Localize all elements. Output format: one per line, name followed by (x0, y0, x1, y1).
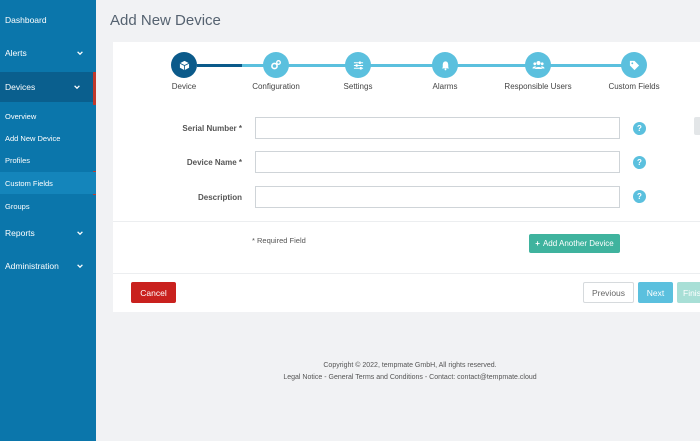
footer-copyright: Copyright © 2022, tempmate GmbH, All rig… (323, 362, 497, 369)
add-another-device-label: Add Another Device (542, 239, 614, 248)
gears-icon (271, 60, 281, 70)
description-label: Description (197, 193, 242, 202)
serial-number-label: Serial Number * (182, 124, 242, 133)
sidebar-subitem-label: Groups (5, 201, 30, 211)
step-responsible-users[interactable] (525, 52, 551, 78)
step-label-device: Device (171, 82, 197, 91)
step-device[interactable] (171, 52, 197, 78)
description-input[interactable] (255, 186, 620, 208)
sidebar-subitem-label: Add New Device (5, 133, 61, 143)
sidebar-subitem-overview[interactable]: Overview (0, 105, 96, 127)
page-title: Add New Device (110, 12, 221, 29)
sidebar-item-label: Devices (5, 82, 36, 92)
devices-submenu: Overview Add New Device Profiles Custom … (0, 102, 96, 217)
step-settings[interactable] (345, 52, 371, 78)
finish-button[interactable]: Finish (677, 282, 700, 303)
sidebar-item-dashboard[interactable]: Dashboard (0, 5, 96, 35)
step-label-alarms: Alarms (432, 82, 458, 91)
chevron-down-icon (77, 264, 83, 269)
help-icon[interactable]: ? (633, 156, 646, 169)
chevron-down-icon (74, 85, 80, 90)
footer-links: Legal Notice - General Terms and Conditi… (200, 374, 620, 381)
contact-email-link[interactable]: contact@tempmate.cloud (457, 374, 536, 381)
sidebar-item-devices[interactable]: Devices (0, 72, 96, 102)
cube-icon (179, 60, 189, 70)
sidebar: Dashboard Alerts Devices Overview Add Ne… (0, 0, 96, 441)
legal-notice-link[interactable]: Legal Notice (283, 374, 322, 381)
divider (113, 273, 700, 274)
device-name-label: Device Name * (186, 158, 242, 167)
step-label-configuration: Configuration (252, 82, 300, 91)
step-label-settings: Settings (343, 82, 373, 91)
tags-icon (629, 60, 639, 70)
sidebar-item-alerts[interactable]: Alerts (0, 38, 96, 68)
users-icon (532, 61, 544, 69)
sidebar-item-label: Reports (5, 228, 35, 238)
help-icon[interactable]: ? (633, 122, 646, 135)
sidebar-item-label: Dashboard (5, 15, 47, 25)
sidebar-item-label: Alerts (5, 48, 27, 58)
chevron-down-icon (77, 231, 83, 236)
serial-number-input[interactable] (255, 117, 620, 139)
step-label-custom-fields: Custom Fields (608, 82, 660, 91)
step-configuration[interactable] (263, 52, 289, 78)
sidebar-subitem-profiles[interactable]: Profiles (0, 149, 96, 171)
step-label-responsible-users: Responsible Users (504, 82, 572, 91)
sidebar-item-reports[interactable]: Reports (0, 218, 96, 248)
step-custom-fields[interactable] (621, 52, 647, 78)
required-field-note: * Required Field (252, 236, 306, 245)
footer-contact-label: - Contact: (422, 374, 458, 381)
next-button[interactable]: Next (638, 282, 673, 303)
previous-button[interactable]: Previous (583, 282, 634, 303)
sidebar-subitem-add-new-device[interactable]: Add New Device (0, 127, 96, 149)
add-another-device-button[interactable]: + Add Another Device (529, 234, 620, 253)
sidebar-subitem-custom-fields[interactable]: Custom Fields (0, 172, 96, 194)
cancel-button[interactable]: Cancel (131, 282, 176, 303)
side-panel-handle[interactable] (694, 117, 700, 135)
device-name-input[interactable] (255, 151, 620, 173)
sidebar-subitem-label: Overview (5, 111, 37, 121)
sidebar-item-label: Administration (5, 261, 59, 271)
bell-icon (441, 60, 449, 70)
sidebar-subitem-groups[interactable]: Groups (0, 195, 96, 217)
sidebar-subitem-label: Profiles (5, 155, 31, 165)
plus-icon: + (535, 239, 540, 248)
help-icon[interactable]: ? (633, 190, 646, 203)
step-alarms[interactable] (432, 52, 458, 78)
sidebar-item-administration[interactable]: Administration (0, 251, 96, 281)
sidebar-subitem-label: Custom Fields (5, 178, 53, 188)
divider (113, 221, 700, 222)
sliders-icon (353, 60, 363, 70)
step-connector (197, 64, 242, 67)
chevron-down-icon (77, 51, 83, 56)
terms-link[interactable]: General Terms and Conditions (329, 374, 423, 381)
